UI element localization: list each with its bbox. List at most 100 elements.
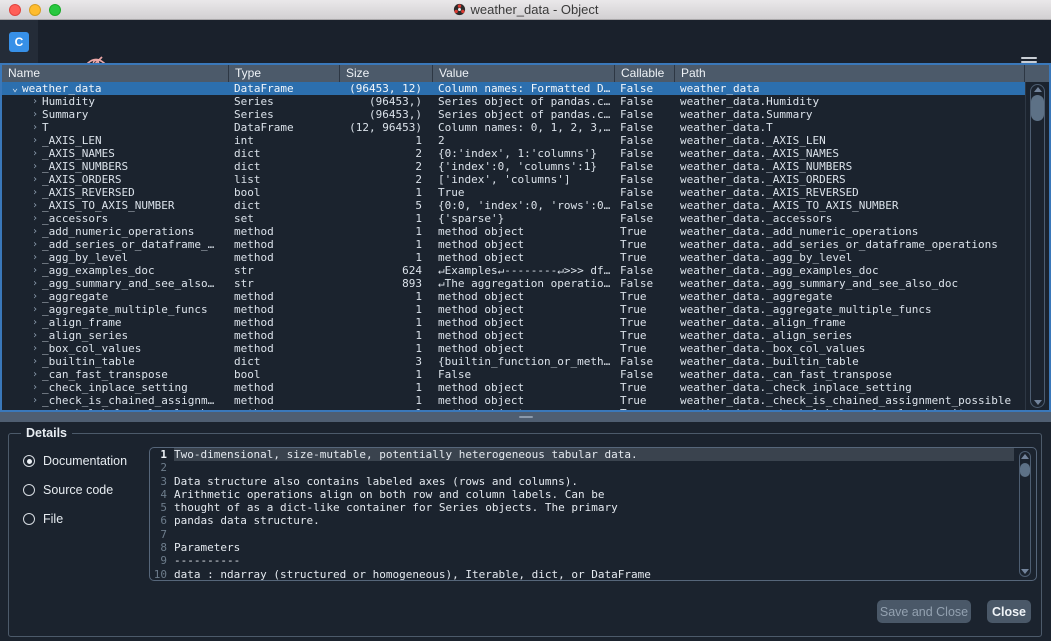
table-row[interactable]: ›_add_numeric_operationsmethod1method ob… [2, 225, 1025, 238]
table-row[interactable]: ›_agg_by_levelmethod1method objectTruewe… [2, 251, 1025, 264]
row-callable: True [614, 225, 674, 238]
minimize-window-button[interactable] [29, 4, 41, 16]
row-path: weather_data.Summary [674, 108, 1025, 121]
chevron-right-icon[interactable]: › [28, 368, 42, 381]
chevron-right-icon[interactable]: › [28, 355, 42, 368]
scroll-up-icon[interactable] [1034, 87, 1042, 92]
row-value: False [432, 368, 614, 381]
radio-documentation[interactable]: Documentation [23, 454, 127, 468]
column-header-name[interactable]: Name [2, 65, 228, 82]
scrollbar-track[interactable] [1030, 84, 1045, 408]
row-type: method [228, 290, 339, 303]
chevron-right-icon[interactable]: › [28, 108, 42, 121]
table-row[interactable]: ›TDataFrame(12, 96453)Column names: 0, 1… [2, 121, 1025, 134]
column-header-path[interactable]: Path [674, 65, 1024, 82]
documentation-viewer[interactable]: 1Two-dimensional, size-mutable, potentia… [149, 447, 1037, 581]
table-row[interactable]: ›_agg_summary_and_see_also…str893↵The ag… [2, 277, 1025, 290]
scrollbar-thumb[interactable] [1020, 463, 1030, 477]
radio-file[interactable]: File [23, 512, 63, 526]
chevron-right-icon[interactable]: › [28, 147, 42, 160]
close-window-button[interactable] [9, 4, 21, 16]
table-row[interactable]: ›_agg_examples_docstr624↵Examples↵------… [2, 264, 1025, 277]
table-row[interactable]: ›HumiditySeries(96453,)Series object of … [2, 95, 1025, 108]
table-row[interactable]: ›_AXIS_ORDERSlist2['index', 'columns']Fa… [2, 173, 1025, 186]
line-number: 3 [150, 475, 174, 488]
line-text: Arithmetic operations align on both row … [174, 488, 1014, 501]
row-callable: True [614, 342, 674, 355]
chevron-right-icon[interactable]: › [28, 225, 42, 238]
chevron-right-icon[interactable]: › [28, 173, 42, 186]
row-callable: False [614, 95, 674, 108]
chevron-right-icon[interactable]: › [28, 277, 42, 290]
table-row[interactable]: ⌄weather_dataDataFrame(96453, 12)Column … [2, 82, 1025, 95]
row-path: weather_data.T [674, 121, 1025, 134]
table-row[interactable]: ›_add_series_or_dataframe_…method1method… [2, 238, 1025, 251]
chevron-right-icon[interactable]: › [28, 238, 42, 251]
radio-source-code[interactable]: Source code [23, 483, 113, 497]
chevron-right-icon[interactable]: › [28, 290, 42, 303]
table-row[interactable]: ›_check_is_chained_assignm…method1method… [2, 394, 1025, 407]
column-header-callable[interactable]: Callable [614, 65, 674, 82]
row-path: weather_data._AXIS_ORDERS [674, 173, 1025, 186]
row-type: set [228, 212, 339, 225]
chevron-right-icon[interactable]: › [28, 95, 42, 108]
table-row[interactable]: ›_AXIS_REVERSEDbool1TrueFalseweather_dat… [2, 186, 1025, 199]
table-row[interactable]: ›_AXIS_NUMBERSdict2{'index':0, 'columns'… [2, 160, 1025, 173]
editor-vertical-scrollbar[interactable] [1017, 451, 1033, 577]
line-number: 9 [150, 554, 174, 567]
chevron-right-icon[interactable]: › [28, 186, 42, 199]
column-header-spacer [1024, 65, 1049, 82]
chevron-right-icon[interactable]: › [28, 264, 42, 277]
column-header-type[interactable]: Type [228, 65, 339, 82]
table-row[interactable]: ›_accessorsset1{'sparse'}Falseweather_da… [2, 212, 1025, 225]
console-tab[interactable]: C [9, 32, 29, 52]
table-row[interactable]: ›_aggregate_multiple_funcsmethod1method … [2, 303, 1025, 316]
table-row[interactable]: ›_aggregatemethod1method objectTrueweath… [2, 290, 1025, 303]
table-row[interactable]: ›_AXIS_NAMESdict2{0:'index', 1:'columns'… [2, 147, 1025, 160]
chevron-right-icon[interactable]: › [28, 199, 42, 212]
table-row[interactable]: ›_box_col_valuesmethod1method objectTrue… [2, 342, 1025, 355]
zoom-window-button[interactable] [49, 4, 61, 16]
chevron-right-icon[interactable]: › [28, 212, 42, 225]
scroll-up-icon[interactable] [1021, 454, 1029, 459]
close-button[interactable]: Close [987, 600, 1031, 623]
row-size: 1 [339, 186, 432, 199]
table-vertical-scrollbar[interactable] [1025, 82, 1049, 410]
column-header-size[interactable]: Size [339, 65, 432, 82]
table-row[interactable]: ›_check_inplace_settingmethod1method obj… [2, 381, 1025, 394]
table-row[interactable]: ›_align_framemethod1method objectTruewea… [2, 316, 1025, 329]
chevron-down-icon[interactable]: ⌄ [8, 82, 22, 95]
chevron-right-icon[interactable]: › [28, 134, 42, 147]
chevron-right-icon[interactable]: › [28, 342, 42, 355]
chevron-right-icon[interactable]: › [28, 316, 42, 329]
row-callable: True [614, 290, 674, 303]
save-and-close-button[interactable]: Save and Close [877, 600, 971, 623]
scroll-down-icon[interactable] [1021, 569, 1029, 574]
chevron-right-icon[interactable]: › [28, 329, 42, 342]
chevron-right-icon[interactable]: › [28, 394, 42, 407]
row-type: method [228, 329, 339, 342]
row-name: _agg_summary_and_see_also… [42, 277, 214, 290]
row-name: _aggregate [42, 290, 108, 303]
table-row[interactable]: ›_can_fast_transposebool1FalseFalseweath… [2, 368, 1025, 381]
line-text: pandas data structure. [174, 514, 1014, 527]
chevron-right-icon[interactable]: › [28, 251, 42, 264]
table-row[interactable]: ›SummarySeries(96453,)Series object of p… [2, 108, 1025, 121]
table-row[interactable]: ›_align_seriesmethod1method objectTruewe… [2, 329, 1025, 342]
scrollbar-thumb[interactable] [1031, 95, 1044, 121]
column-header-value[interactable]: Value [432, 65, 614, 82]
titlebar: weather_data - Object [0, 0, 1051, 20]
splitter-handle[interactable] [0, 412, 1051, 422]
table-row[interactable]: ›_AXIS_TO_AXIS_NUMBERdict5{0:0, 'index':… [2, 199, 1025, 212]
row-value: {0:'index', 1:'columns'} [432, 147, 614, 160]
line-number: 8 [150, 541, 174, 554]
row-callable: False [614, 368, 674, 381]
scroll-down-icon[interactable] [1034, 400, 1042, 405]
chevron-right-icon[interactable]: › [28, 121, 42, 134]
chevron-right-icon[interactable]: › [28, 381, 42, 394]
table-row[interactable]: ›_AXIS_LENint12Falseweather_data._AXIS_L… [2, 134, 1025, 147]
table-row[interactable]: ›_builtin_tabledict3{builtin_function_or… [2, 355, 1025, 368]
row-callable: True [614, 238, 674, 251]
chevron-right-icon[interactable]: › [28, 160, 42, 173]
chevron-right-icon[interactable]: › [28, 303, 42, 316]
